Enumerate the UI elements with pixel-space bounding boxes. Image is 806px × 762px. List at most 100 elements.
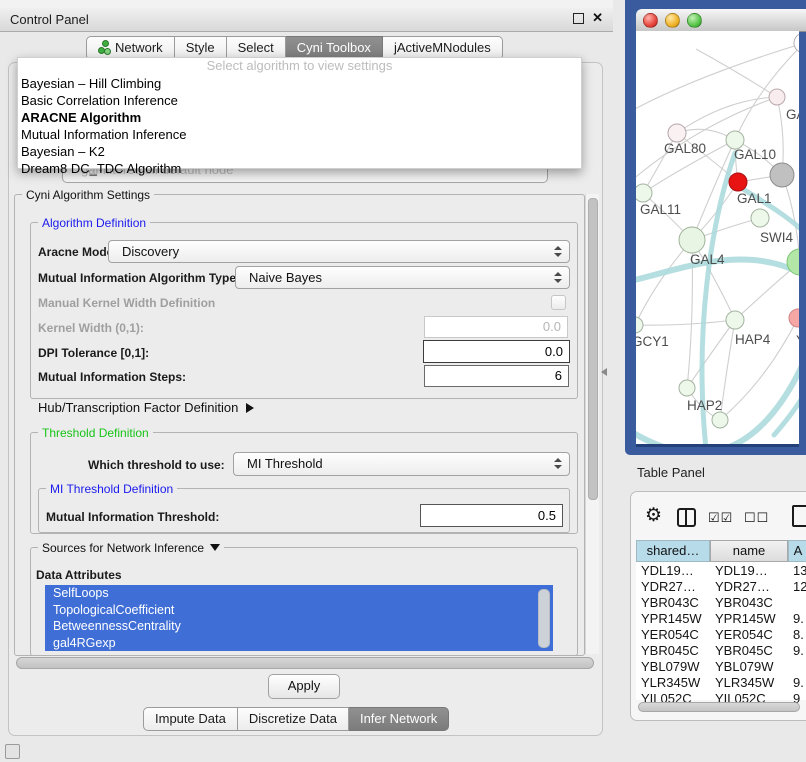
kernel-width-label: Kernel Width (0,1): bbox=[38, 321, 144, 335]
hub-definition-expander[interactable]: Hub/Transcription Factor Definition bbox=[38, 400, 254, 415]
gear-icon[interactable]: ⚙ bbox=[645, 506, 662, 525]
collapsed-panel-handle[interactable] bbox=[5, 744, 20, 759]
network-node-label: HAP2 bbox=[687, 398, 722, 413]
float-button[interactable] bbox=[573, 13, 584, 24]
network-node-label: GAL11 bbox=[640, 202, 681, 217]
mi-type-label: Mutual Information Algorithm Type: bbox=[38, 271, 240, 285]
network-node-GAL80[interactable] bbox=[668, 124, 686, 142]
panel-splitter-handle[interactable] bbox=[601, 368, 607, 376]
network-node-SWI4[interactable] bbox=[751, 209, 769, 227]
spinner-arrows-icon bbox=[554, 246, 562, 258]
mi-type-value: Naive Bayes bbox=[236, 267, 569, 288]
settings-vscroll-thumb[interactable] bbox=[588, 198, 598, 500]
algorithm-definition-title: Algorithm Definition bbox=[38, 216, 150, 230]
network-node[interactable] bbox=[712, 412, 728, 428]
network-node[interactable] bbox=[770, 163, 794, 187]
mi-steps-field[interactable]: 6 bbox=[424, 365, 569, 387]
settings-vertical-scrollbar[interactable] bbox=[585, 194, 599, 654]
table-row[interactable]: YBR043CYBR043C bbox=[636, 595, 806, 611]
table-panel-title: Table Panel bbox=[637, 465, 705, 480]
network-window-titlebar[interactable] bbox=[636, 9, 806, 32]
table-row[interactable]: YLR345WYLR345W9. bbox=[636, 675, 806, 691]
attribute-item[interactable]: BetweennessCentrality bbox=[45, 618, 553, 635]
column-header-third[interactable]: A bbox=[788, 540, 806, 562]
algorithm-option[interactable]: Mutual Information Inference bbox=[18, 126, 581, 143]
network-node-GAL11[interactable] bbox=[636, 184, 652, 202]
table-cell: YBL079W bbox=[715, 659, 788, 675]
settings-horizontal-scrollbar[interactable] bbox=[16, 657, 594, 669]
table-row[interactable]: YBL079WYBL079W bbox=[636, 659, 806, 675]
table-row[interactable]: YDL19…YDL19…13 bbox=[636, 563, 806, 579]
algorithm-option[interactable]: Bayesian – Hill Climbing bbox=[18, 75, 581, 92]
minimize-traffic-light[interactable] bbox=[665, 13, 680, 28]
mi-threshold-field[interactable]: 0.5 bbox=[420, 504, 563, 527]
table-cell: 9. bbox=[793, 675, 806, 691]
dpi-tolerance-field[interactable]: 0.0 bbox=[423, 340, 570, 363]
checked-checkboxes-icon[interactable]: ☑☑ bbox=[708, 510, 733, 526]
aracne-mode-label: Aracne Mode: bbox=[38, 245, 117, 259]
network-node-GAL1[interactable] bbox=[729, 173, 747, 191]
column-header-name[interactable]: name bbox=[710, 540, 788, 562]
tab-label: jActiveMNodules bbox=[394, 40, 491, 55]
apply-button[interactable]: Apply bbox=[268, 674, 340, 699]
kernel-width-field[interactable]: 0.0 bbox=[424, 316, 568, 338]
attributes-scrollbar-thumb[interactable] bbox=[538, 589, 550, 648]
column-header-shared-name[interactable]: shared… bbox=[636, 540, 710, 562]
algorithm-option[interactable]: ARACNE Algorithm bbox=[18, 109, 581, 126]
table-cell: YDR27… bbox=[715, 579, 788, 595]
manual-kernel-checkbox[interactable] bbox=[551, 295, 566, 310]
bottom-tabs: Impute DataDiscretize DataInfer Network bbox=[143, 707, 449, 731]
table-cell: YER054C bbox=[715, 627, 788, 643]
table-cell: 13 bbox=[793, 563, 806, 579]
network-node-Y[interactable] bbox=[789, 309, 799, 327]
table-row[interactable]: YER054CYER054C8. bbox=[636, 627, 806, 643]
which-threshold-value: MI Threshold bbox=[234, 453, 569, 474]
table-row[interactable]: YBR045CYBR045C9. bbox=[636, 643, 806, 659]
table-row[interactable]: YPR145WYPR145W9. bbox=[636, 611, 806, 627]
algorithm-option[interactable]: Dream8 DC_TDC Algorithm bbox=[18, 160, 581, 177]
algorithm-option[interactable]: Bayesian – K2 bbox=[18, 143, 581, 160]
hub-definition-label: Hub/Transcription Factor Definition bbox=[38, 400, 238, 415]
table-cell: 9. bbox=[793, 643, 806, 659]
network-node-GAL4[interactable] bbox=[679, 227, 705, 253]
table-cell: YPR145W bbox=[715, 611, 788, 627]
sources-group-title[interactable]: Sources for Network Inference bbox=[38, 541, 224, 555]
network-node[interactable] bbox=[794, 33, 799, 53]
network-canvas[interactable]: GALGAL80GAL10GAL1GAL11SWI4GAL4GCY1HAP4YH… bbox=[636, 31, 799, 444]
document-icon[interactable] bbox=[792, 505, 806, 527]
attribute-item[interactable]: gal4RGexp bbox=[45, 635, 553, 652]
network-node-HAP2[interactable] bbox=[679, 380, 695, 396]
network-edge bbox=[735, 43, 799, 140]
aracne-mode-value: Discovery bbox=[109, 241, 569, 262]
network-node-label: SWI4 bbox=[760, 230, 793, 245]
tab-label: Style bbox=[186, 40, 215, 55]
network-node-GCY1[interactable] bbox=[636, 317, 643, 333]
algorithm-option[interactable]: Basic Correlation Inference bbox=[18, 92, 581, 109]
split-columns-icon[interactable] bbox=[677, 508, 696, 527]
data-attributes-label: Data Attributes bbox=[36, 568, 122, 582]
mi-threshold-group-title: MI Threshold Definition bbox=[46, 482, 177, 496]
attribute-item[interactable]: SelfLoops bbox=[45, 585, 553, 602]
close-traffic-light[interactable] bbox=[643, 13, 658, 28]
tab-infer-network[interactable]: Infer Network bbox=[349, 707, 449, 731]
table-horizontal-scrollbar[interactable] bbox=[638, 702, 800, 712]
manual-kernel-label: Manual Kernel Width Definition bbox=[38, 296, 215, 310]
mi-type-combo[interactable]: Naive Bayes bbox=[235, 266, 570, 289]
tab-discretize-data[interactable]: Discretize Data bbox=[238, 707, 349, 731]
which-threshold-combo[interactable]: MI Threshold bbox=[233, 452, 570, 476]
network-node-HAP4[interactable] bbox=[726, 311, 744, 329]
network-node-label: GAL80 bbox=[664, 141, 706, 156]
table-cell: 8. bbox=[793, 627, 806, 643]
unchecked-checkboxes-icon[interactable]: ☐☐ bbox=[744, 510, 769, 526]
aracne-mode-combo[interactable]: Discovery bbox=[108, 240, 570, 263]
close-button[interactable]: ✕ bbox=[592, 12, 603, 24]
table-row[interactable]: YDR27…YDR27…12 bbox=[636, 579, 806, 595]
network-node[interactable] bbox=[769, 89, 785, 105]
attribute-item[interactable]: TopologicalCoefficient bbox=[45, 602, 553, 619]
zoom-traffic-light[interactable] bbox=[687, 13, 702, 28]
tab-impute-data[interactable]: Impute Data bbox=[143, 707, 238, 731]
collapse-down-icon bbox=[210, 544, 220, 551]
table-cell: YBR043C bbox=[715, 595, 788, 611]
network-node-label: GAL10 bbox=[734, 147, 776, 162]
table-cell: YDL19… bbox=[641, 563, 710, 579]
